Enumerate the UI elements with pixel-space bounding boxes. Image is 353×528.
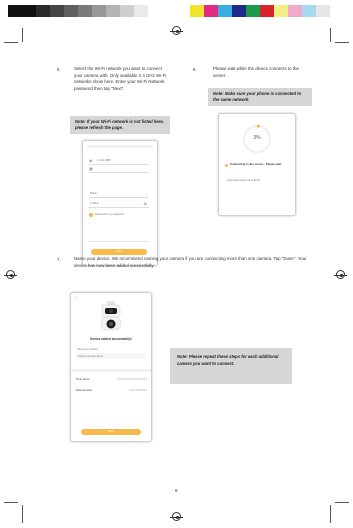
color-swatch — [204, 5, 218, 17]
status-dot — [225, 164, 228, 167]
crop-mark — [22, 505, 23, 523]
phone-screen-connecting: 3% Connecting to the server... Please wa… — [218, 113, 296, 216]
crop-mark — [335, 502, 349, 503]
time-zone-value[interactable] — [117, 378, 147, 380]
device-name-label: Name your device — [77, 348, 98, 351]
color-swatch — [218, 5, 232, 17]
gray-swatch — [120, 5, 134, 17]
gray-swatch — [22, 5, 36, 17]
band-field-24ghz[interactable]: 2.4GHz ◉ — [89, 201, 149, 208]
device-name-value: Set the camera name — [78, 354, 103, 358]
gray-swatch — [36, 5, 50, 17]
registration-mark-right — [334, 270, 347, 279]
band-field-5ghz[interactable]: 5GHz › — [89, 191, 149, 198]
date-format-label: Date Format — [76, 388, 92, 392]
gray-swatch — [148, 5, 162, 17]
crop-mark — [330, 28, 331, 42]
gray-swatch — [8, 5, 22, 17]
wifi-name-field[interactable]: ◉ 1-Unit 3888 — [89, 158, 149, 165]
step-6-number: 6. — [193, 67, 197, 72]
lock-icon: ▣ — [89, 166, 93, 171]
color-swatch — [246, 5, 260, 17]
device-name-input[interactable]: Set the camera name — [76, 353, 146, 359]
color-swatch — [302, 5, 316, 17]
crop-mark — [4, 502, 18, 503]
page-number: 8 — [175, 488, 178, 493]
time-zone-label: Time Zone — [76, 377, 90, 381]
divider — [89, 241, 149, 242]
chevron-right-icon: › — [145, 191, 147, 196]
device-added-title: Device added successfully! — [90, 337, 132, 341]
wifi-icon: ◉ — [89, 158, 93, 163]
camera-image — [100, 301, 122, 331]
color-swatch — [260, 5, 274, 17]
crop-mark — [330, 505, 331, 523]
header-bar — [87, 145, 153, 148]
step-5-text: Select the Wi-Fi network you want to con… — [74, 66, 167, 92]
crop-mark — [4, 42, 18, 43]
step-7-number: 7. — [57, 257, 61, 262]
color-swatch — [232, 5, 246, 17]
step-5-note: Note: If your Wi-Fi network is not liste… — [70, 116, 170, 134]
next-button[interactable]: Next — [91, 249, 147, 255]
back-arrow-icon[interactable]: ‹ — [75, 295, 76, 300]
divider — [71, 369, 151, 372]
gray-swatch — [134, 5, 148, 17]
remember-checkbox[interactable] — [89, 213, 93, 217]
registration-mark-top — [170, 26, 183, 35]
done-button[interactable]: Done — [81, 429, 141, 435]
step-6-note: Note: Make sure your phone is connected … — [208, 88, 312, 106]
band-24ghz-label: 2.4GHz — [90, 202, 99, 205]
date-format-value[interactable] — [129, 389, 147, 391]
connecting-hint: Link disconnects via network — [227, 179, 261, 182]
connecting-status: Connecting to the server... Please wait. — [230, 162, 282, 166]
progress-percent: 3% — [253, 135, 261, 141]
phone-screen-wifi: ◉ 1-Unit 3888 ▣ 5GHz › 2.4GHz ◉ Remember… — [82, 140, 158, 266]
registration-mark-left — [4, 270, 17, 279]
step-6-text: Please wait while the device connects to… — [213, 66, 299, 78]
crop-mark — [22, 28, 23, 42]
eye-icon: ◉ — [143, 201, 148, 206]
color-bar-cmyk — [190, 5, 330, 17]
color-swatch — [316, 5, 330, 17]
color-swatch — [274, 5, 288, 17]
wifi-name-value: 1-Unit 3888 — [97, 159, 111, 162]
step-5-number: 5. — [57, 67, 61, 72]
gray-swatch — [64, 5, 78, 17]
remember-label: Remember my password — [95, 213, 124, 216]
step-7-text: Name your device. We recommend naming yo… — [74, 256, 307, 268]
gray-swatch — [78, 5, 92, 17]
color-bar-grayscale — [8, 5, 162, 17]
gray-swatch — [106, 5, 120, 17]
band-5ghz-label: 5GHz — [90, 192, 97, 195]
gray-swatch — [92, 5, 106, 17]
color-swatch — [190, 5, 204, 17]
gray-swatch — [50, 5, 64, 17]
wifi-password-field[interactable]: ▣ — [89, 166, 149, 173]
step-7-note: Note: Please repeat these steps for each… — [170, 348, 292, 384]
registration-mark-bottom — [170, 512, 183, 521]
phone-screen-device-added: ‹ Device added successfully! Name your d… — [70, 292, 152, 442]
crop-mark — [335, 42, 349, 43]
color-swatch — [288, 5, 302, 17]
